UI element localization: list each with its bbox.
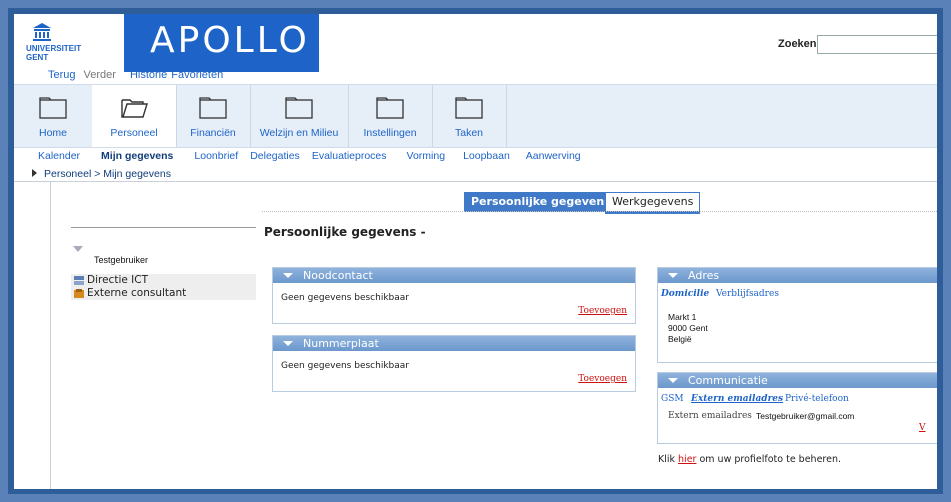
tab-aanwerving[interactable]: Aanwerving: [526, 150, 581, 162]
app-title: APOLLO: [150, 20, 310, 61]
history-link[interactable]: Historie: [130, 69, 167, 81]
edit-link[interactable]: V: [919, 423, 926, 433]
noodcontact-add-link[interactable]: Toevoegen: [578, 306, 627, 316]
org-separator: [71, 227, 256, 228]
toolbar-label: Welzijn en Milieu: [259, 127, 339, 139]
email-label: Extern emailadres: [668, 411, 752, 421]
tab-gsm[interactable]: GSM: [661, 394, 684, 404]
tab-prive-telefoon[interactable]: Privé-telefoon: [785, 394, 849, 404]
collapse-triangle-icon[interactable]: [73, 246, 83, 252]
noodcontact-header[interactable]: Noodcontact: [273, 268, 635, 283]
left-divider: [50, 182, 51, 489]
forward-link: Verder: [83, 69, 116, 81]
app-window: UNIVERSITEIT GENT APOLLO Zoeken: Terug Ve…: [14, 14, 937, 489]
nummerplaat-header[interactable]: Nummerplaat: [273, 336, 635, 351]
page-title: Persoonlijke gegevens -: [264, 225, 426, 239]
toolbar-welzijn[interactable]: Welzijn en Milieu: [250, 85, 349, 147]
university-logo[interactable]: UNIVERSITEIT GENT: [24, 18, 114, 70]
main-toolbar: Home Personeel Financiën Welzijn en Mili…: [14, 84, 937, 148]
hint-text: om uw profielfoto te beheren.: [696, 454, 842, 465]
divider: [14, 181, 937, 182]
tab-mijn-gegevens[interactable]: Mijn gegevens: [101, 150, 173, 162]
noodcontact-box: Noodcontact Geen gegevens beschikbaar To…: [272, 267, 636, 324]
noodcontact-empty: Geen gegevens beschikbaar: [281, 293, 409, 303]
logo-text: UNIVERSITEIT GENT: [26, 44, 82, 62]
tab-loonbrief[interactable]: Loonbrief: [194, 150, 238, 162]
communicatie-header[interactable]: Communicatie: [658, 373, 937, 388]
toolbar-taken[interactable]: Taken: [432, 85, 507, 147]
org-units: Directie ICT Externe consultant: [71, 274, 256, 300]
toolbar-label: Personeel: [110, 127, 158, 139]
nummerplaat-empty: Geen gegevens beschikbaar: [281, 361, 409, 371]
folder-icon: [39, 97, 67, 119]
hint-text: Klik: [658, 454, 679, 465]
tab-evaluatieproces[interactable]: Evaluatieproces: [312, 150, 387, 162]
expand-arrow-icon[interactable]: [32, 169, 37, 177]
address-line: Markt 1: [668, 312, 697, 322]
nummerplaat-box: Nummerplaat Geen gegevens beschikbaar To…: [272, 335, 636, 392]
adres-header[interactable]: Adres: [658, 268, 937, 283]
tab-kalender[interactable]: Kalender: [38, 150, 80, 162]
org-unit-label: Directie ICT: [87, 274, 148, 286]
org-unit-item[interactable]: Externe consultant: [71, 287, 256, 300]
breadcrumb-text[interactable]: Personeel > Mijn gegevens: [44, 168, 171, 180]
folder-icon: [455, 97, 483, 119]
tab-vorming[interactable]: Vorming: [407, 150, 446, 162]
adres-box: Adres Domicilie Verblijfsadres Markt 1 9…: [657, 267, 937, 363]
address-line: 9000 Gent: [668, 323, 708, 333]
search-label: Zoeken:: [778, 38, 821, 50]
toolbar-label: Taken: [454, 127, 484, 139]
tab-extern-emailadres[interactable]: Extern emailadres: [691, 394, 783, 404]
toolbar-label: Financiën: [190, 127, 236, 139]
toolbar-label: Instellingen: [363, 127, 417, 139]
org-unit-label: Externe consultant: [87, 287, 187, 299]
nummerplaat-add-link[interactable]: Toevoegen: [578, 374, 627, 384]
profile-photo-hint: Klik hier om uw profielfoto te beheren.: [658, 454, 841, 465]
toolbar-financien[interactable]: Financiën: [176, 85, 251, 147]
org-unit-item[interactable]: Directie ICT: [71, 274, 256, 287]
communicatie-box: Communicatie GSM Extern emailadres Privé…: [657, 372, 937, 444]
tab-loopbaan[interactable]: Loopbaan: [463, 150, 510, 162]
app-title-banner: APOLLO: [124, 14, 319, 72]
user-name: Testgebruiker: [94, 255, 149, 265]
org-icon: [74, 276, 84, 285]
toolbar-home[interactable]: Home: [14, 85, 93, 147]
email-value: Testgebruiker@gmail.com: [756, 411, 855, 421]
search-input[interactable]: [817, 35, 937, 54]
consultant-icon: [74, 289, 84, 298]
sub-tabs: Kalender Mijn gegevens Loonbrief Delegaties…: [38, 150, 602, 162]
tab-delegaties[interactable]: Delegaties: [250, 150, 300, 162]
tab-persoonlijke-gegevens[interactable]: Persoonlijke gegevens: [464, 192, 618, 212]
tab-underline: [262, 211, 937, 212]
back-link[interactable]: Terug: [48, 69, 76, 81]
toolbar-instellingen[interactable]: Instellingen: [348, 85, 433, 147]
profile-photo-link[interactable]: hier: [678, 454, 696, 465]
tab-domicilie[interactable]: Domicilie: [661, 289, 709, 299]
address-line: België: [668, 334, 692, 344]
folder-icon: [376, 97, 404, 119]
open-folder-icon: [121, 99, 148, 118]
folder-icon: [199, 97, 227, 119]
history-nav: Terug Verder Historie Favorieten: [48, 69, 231, 81]
toolbar-label: Home: [38, 127, 67, 139]
toolbar-personeel[interactable]: Personeel: [92, 85, 177, 147]
tab-verblijfsadres[interactable]: Verblijfsadres: [716, 289, 779, 299]
building-icon: [33, 23, 51, 41]
favorites-link[interactable]: Favorieten: [171, 69, 223, 81]
folder-icon: [285, 97, 313, 119]
breadcrumb: Personeel > Mijn gegevens: [32, 168, 171, 180]
